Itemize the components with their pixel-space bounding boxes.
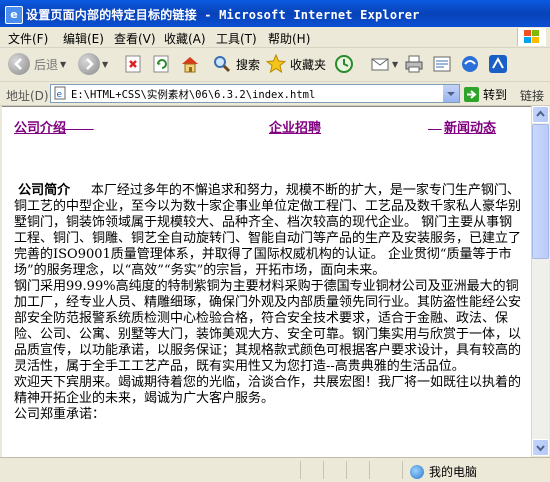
zone-label: 我的电脑: [429, 465, 478, 479]
nav-link-underline-gap: [62, 117, 94, 132]
page-icon: e: [54, 86, 67, 100]
refresh-icon: [152, 54, 172, 74]
title-bar: e 设置页面内部的特定目标的链接 - Microsoft Internet Ex…: [0, 0, 550, 27]
nav-link-news[interactable]: 新闻动态: [444, 117, 496, 136]
forward-arrow-icon: [78, 53, 100, 75]
menu-file[interactable]: 文件(F): [8, 30, 48, 47]
menu-view[interactable]: 查看(V): [114, 30, 156, 47]
address-dropdown-button[interactable]: [443, 85, 459, 102]
home-button[interactable]: [180, 52, 200, 76]
go-label: 转到: [483, 87, 508, 102]
mail-dropdown-icon[interactable]: ▼: [392, 60, 398, 69]
vertical-scrollbar[interactable]: [531, 106, 549, 456]
page-viewport: 公司介绍 企业招聘 新闻动态 公司简介 本厂经过多年的不懈追求和努力，规模不断的…: [2, 106, 531, 457]
scrollbar-thumb[interactable]: [532, 124, 549, 259]
messenger-button[interactable]: [488, 52, 508, 76]
menu-help[interactable]: 帮助(H): [268, 30, 310, 47]
edit-button[interactable]: [432, 52, 452, 76]
windows-logo: [517, 28, 546, 46]
address-bar: 地址(D) e E:\HTML+CSS\实例素材\06\6.3.2\index.…: [0, 82, 550, 106]
print-button[interactable]: [404, 52, 424, 76]
nav-link-company-intro[interactable]: 公司介绍: [14, 117, 66, 136]
discuss-button[interactable]: [460, 52, 480, 76]
address-input[interactable]: e E:\HTML+CSS\实例素材\06\6.3.2\index.html: [50, 84, 460, 103]
search-button[interactable]: 搜索: [212, 52, 260, 76]
links-button[interactable]: 链接: [520, 87, 544, 104]
search-label: 搜索: [236, 57, 261, 72]
menu-edit[interactable]: 编辑(E): [63, 30, 104, 47]
back-label: 后退: [34, 57, 59, 72]
menu-favorites[interactable]: 收藏(A): [164, 30, 206, 47]
stop-button[interactable]: [124, 52, 144, 76]
scroll-down-button[interactable]: [532, 439, 549, 456]
address-url: E:\HTML+CSS\实例素材\06\6.3.2\index.html: [71, 89, 316, 101]
favorites-star-icon: [265, 53, 287, 74]
forward-dropdown-icon[interactable]: ▼: [102, 60, 108, 69]
menu-bar: 文件(F) 编辑(E) 查看(V) 收藏(A) 工具(T) 帮助(H): [0, 27, 550, 48]
svg-text:e: e: [57, 90, 63, 100]
address-label: 地址(D): [6, 89, 49, 103]
ie-app-icon: e: [5, 6, 23, 24]
mail-button[interactable]: ▼: [370, 52, 398, 76]
history-icon: [334, 54, 354, 74]
nav-link-recruitment[interactable]: 企业招聘: [269, 117, 321, 136]
history-button[interactable]: [334, 52, 354, 76]
intro-paragraph: 公司简介 本厂经过多年的不懈追求和努力，规模不断的扩大，是一家专门生产钢门、铜工…: [14, 183, 522, 279]
stop-icon: [124, 54, 144, 74]
messenger-icon: [488, 54, 508, 74]
page-content: 公司简介 本厂经过多年的不懈追求和努力，规模不断的扩大，是一家专门生产钢门、铜工…: [14, 183, 522, 423]
window-title: 设置页面内部的特定目标的链接 - Microsoft Internet Expl…: [26, 8, 420, 22]
back-dropdown-icon[interactable]: ▼: [60, 60, 66, 69]
search-icon: [212, 54, 232, 74]
forward-button[interactable]: ▼: [78, 52, 108, 76]
favorites-button[interactable]: 收藏夹: [265, 52, 327, 76]
scroll-up-button[interactable]: [532, 106, 549, 123]
status-bar: 我的电脑: [0, 457, 550, 482]
discuss-icon: [460, 54, 480, 74]
nav-link-news-gap: [428, 117, 442, 132]
intro-heading: 公司简介: [18, 183, 71, 198]
back-arrow-icon: [8, 53, 30, 75]
status-segment: [346, 461, 369, 479]
favorites-label: 收藏夹: [290, 57, 327, 72]
standard-toolbar: 后退 ▼ ▼ 搜索 收藏夹 ▼: [0, 48, 550, 82]
home-icon: [180, 54, 200, 74]
status-segment: [323, 461, 346, 479]
status-segment: [369, 461, 392, 479]
status-segment: [300, 461, 323, 479]
print-icon: [404, 54, 424, 74]
go-button[interactable]: 转到: [464, 85, 507, 103]
refresh-button[interactable]: [152, 52, 172, 76]
mail-icon: [370, 54, 390, 74]
body-paragraph-3: 欢迎天下宾朋来。竭诚期待着您的光临，洽谈合作，共展宏图！我厂将一如既往以执着的精…: [14, 375, 522, 406]
menu-tools[interactable]: 工具(T): [216, 30, 257, 47]
go-arrow-icon: [464, 86, 479, 102]
body-paragraph-2: 钢门采用99.99%高纯度的特制紫铜为主要材料采购于德国专业铜材公司及亚洲最大的…: [14, 279, 522, 374]
security-zone: 我的电脑: [410, 463, 477, 480]
body-paragraph-4: 公司郑重承诺：: [14, 407, 106, 422]
my-computer-icon: [410, 464, 424, 479]
intro-text: 本厂经过多年的不懈追求和努力，规模不断的扩大，是一家专门生产钢门、铜工艺的中型企…: [14, 183, 522, 278]
edit-icon: [432, 54, 452, 74]
back-button[interactable]: 后退 ▼: [8, 52, 66, 76]
